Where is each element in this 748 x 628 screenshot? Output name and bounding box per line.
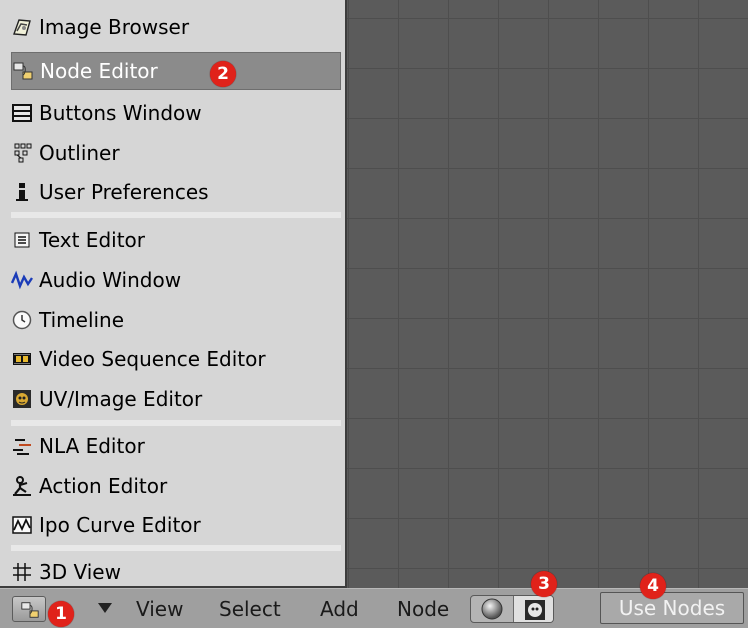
menu-item-image-browser[interactable]: Image Browser xyxy=(11,8,341,46)
menu-item-nla-editor[interactable]: NLA Editor xyxy=(11,427,341,465)
menu-item-label: Image Browser xyxy=(39,15,190,39)
menu-item-label: Node Editor xyxy=(40,59,158,83)
collapse-menus-icon[interactable] xyxy=(96,601,114,615)
node-editor-icon xyxy=(21,602,39,618)
menu-item-buttons-window[interactable]: Buttons Window xyxy=(11,94,341,132)
timeline-icon xyxy=(11,309,33,331)
text-editor-icon xyxy=(11,229,33,251)
video-sequence-icon xyxy=(11,348,33,370)
ipo-curve-editor-icon xyxy=(11,514,33,536)
menu-item-node-editor[interactable]: Node Editor xyxy=(11,52,341,90)
material-nodes-button[interactable] xyxy=(471,596,513,622)
action-editor-icon xyxy=(11,475,33,497)
menu-item-label: Ipo Curve Editor xyxy=(39,513,201,537)
audio-window-icon xyxy=(11,269,33,291)
user-preferences-icon xyxy=(11,181,33,203)
use-nodes-button[interactable]: Use Nodes xyxy=(600,592,744,624)
select-menu[interactable]: Select xyxy=(219,597,281,621)
menu-item-label: Audio Window xyxy=(39,268,182,292)
menu-separator xyxy=(11,420,341,426)
view-menu[interactable]: View xyxy=(136,597,183,621)
menu-item-label: Timeline xyxy=(39,308,125,332)
uv-image-editor-icon xyxy=(11,388,33,410)
menu-item-user-preferences[interactable]: User Preferences xyxy=(11,173,341,211)
menu-item-3d-view[interactable]: 3D View xyxy=(11,553,341,591)
image-browser-icon xyxy=(11,16,33,38)
menu-item-label: 3D View xyxy=(39,560,121,584)
callout-badge-4: 4 xyxy=(640,573,666,599)
menu-item-label: Video Sequence Editor xyxy=(39,347,266,371)
node-editor-icon xyxy=(12,60,34,82)
node-tree-type-toggle xyxy=(470,595,554,623)
callout-badge-2: 2 xyxy=(210,61,236,87)
3d-view-icon xyxy=(11,561,33,583)
nla-editor-icon xyxy=(11,435,33,457)
menu-item-outliner[interactable]: Outliner xyxy=(11,134,341,172)
node-menu[interactable]: Node xyxy=(397,597,449,621)
menu-item-video-sequence-editor[interactable]: Video Sequence Editor xyxy=(11,340,341,378)
callout-badge-1: 1 xyxy=(48,601,74,627)
node-editor-header: View Select Add Node Use Nodes xyxy=(0,588,748,628)
menu-item-label: NLA Editor xyxy=(39,434,145,458)
menu-item-audio-window[interactable]: Audio Window xyxy=(11,261,341,299)
material-sphere-icon xyxy=(481,598,503,620)
menu-item-action-editor[interactable]: Action Editor xyxy=(11,467,341,505)
outliner-icon xyxy=(11,142,33,164)
editor-type-menu: Image Browser Node Editor Buttons Window… xyxy=(0,0,347,588)
menu-item-uv-image-editor[interactable]: UV/Image Editor xyxy=(11,380,341,418)
buttons-window-icon xyxy=(11,102,33,124)
menu-item-label: Text Editor xyxy=(39,228,145,252)
composite-nodes-button[interactable] xyxy=(513,596,553,622)
menu-item-label: Outliner xyxy=(39,141,120,165)
menu-item-timeline[interactable]: Timeline xyxy=(11,301,341,339)
add-menu[interactable]: Add xyxy=(320,597,359,621)
menu-item-label: UV/Image Editor xyxy=(39,387,203,411)
menu-item-ipo-curve-editor[interactable]: Ipo Curve Editor xyxy=(11,506,341,544)
menu-item-label: User Preferences xyxy=(39,180,209,204)
menu-item-text-editor[interactable]: Text Editor xyxy=(11,221,341,259)
menu-item-label: Action Editor xyxy=(39,474,168,498)
composite-image-icon xyxy=(525,600,545,620)
menu-separator xyxy=(11,545,341,551)
menu-separator xyxy=(11,212,341,218)
editor-type-button[interactable] xyxy=(12,596,46,622)
callout-badge-3: 3 xyxy=(531,571,557,597)
menu-item-label: Buttons Window xyxy=(39,101,202,125)
